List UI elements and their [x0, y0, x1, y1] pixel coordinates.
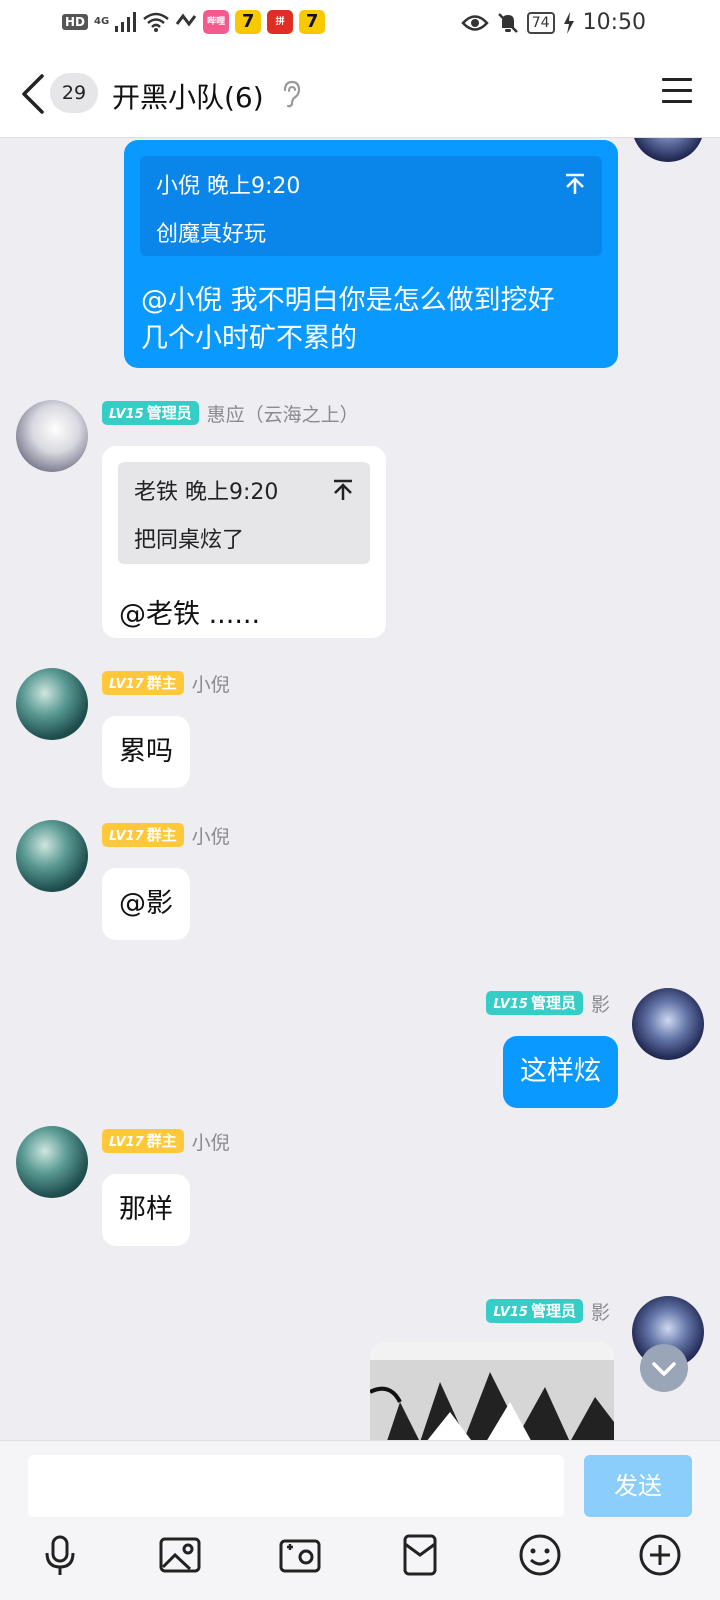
quoted-reply[interactable]: 老铁 晚上9:20 把同桌炫了 — [118, 462, 370, 564]
message-list[interactable]: 小倪 晚上9:20 创魔真好玩 @小倪 我不明白你是怎么做到挖好 几个小时矿不累… — [0, 138, 720, 1440]
level-label: LV17 — [109, 677, 144, 692]
role-label: 群主 — [146, 674, 177, 692]
sender-meta: LV17 群主 小倪 — [102, 1128, 230, 1154]
avatar[interactable] — [16, 820, 88, 892]
pinduoduo-app-icon: 拼 — [267, 10, 294, 34]
message-text-line: @小倪 我不明白你是怎么做到挖好 — [141, 285, 555, 316]
message-text: @老铁 ...... — [119, 599, 261, 630]
message-bubble[interactable]: 累吗 — [102, 716, 190, 788]
avatar[interactable] — [16, 400, 88, 472]
group-title[interactable]: 开黑小队(6) — [112, 76, 264, 116]
unread-count-badge[interactable]: 29 — [50, 73, 98, 113]
sender-name[interactable]: 影 — [591, 1298, 610, 1325]
bilibili-comic-app-icon: 哔哩 — [203, 10, 230, 34]
nfc-icon — [175, 13, 197, 27]
avatar[interactable] — [632, 138, 704, 162]
role-label: 管理员 — [146, 404, 192, 422]
qimao-app-icon-2: 7 — [299, 10, 326, 34]
sender-name[interactable]: 小倪 — [192, 1128, 230, 1155]
input-bar: 发送 — [0, 1440, 720, 1600]
level-label: LV17 — [109, 1135, 144, 1150]
message-text: 累吗 — [119, 736, 173, 767]
quote-sender-time: 老铁 晚上9:20 — [134, 480, 279, 505]
emoji-icon[interactable] — [518, 1533, 562, 1577]
status-left: HD 4G 哔哩 7 拼 7 — [62, 10, 326, 34]
message-text-line: 几个小时矿不累的 — [141, 323, 357, 354]
sender-name[interactable]: 惠应（云海之上） — [207, 400, 359, 427]
jump-to-quote-icon[interactable] — [332, 479, 354, 501]
role-label: 群主 — [146, 1132, 177, 1150]
message-text: @影 — [119, 888, 173, 919]
message-input[interactable] — [28, 1455, 564, 1517]
status-right: 74 10:50 — [461, 10, 646, 35]
sender-name[interactable]: 小倪 — [192, 822, 230, 849]
avatar[interactable] — [632, 988, 704, 1060]
jump-to-quote-icon[interactable] — [564, 173, 586, 195]
message-text: 那样 — [119, 1194, 173, 1225]
quote-sender-time: 小倪 晚上9:20 — [156, 174, 301, 199]
avatar[interactable] — [16, 668, 88, 740]
eye-icon — [461, 14, 489, 31]
image-message[interactable] — [370, 1342, 614, 1440]
clock: 10:50 — [582, 10, 646, 35]
message-bubble[interactable]: 老铁 晚上9:20 把同桌炫了 @老铁 ...... — [102, 446, 386, 638]
menu-icon[interactable] — [662, 78, 692, 104]
level-role-tag: LV15 管理员 — [486, 1299, 583, 1323]
sender-meta: LV15 管理员 惠应（云海之上） — [102, 400, 359, 426]
level-label: LV15 — [493, 1305, 528, 1320]
level-label: LV17 — [109, 829, 144, 844]
status-bar: HD 4G 哔哩 7 拼 7 74 10:50 — [0, 0, 720, 48]
battery-level: 74 — [526, 11, 555, 34]
camera-icon[interactable] — [278, 1533, 322, 1577]
scroll-to-bottom-button[interactable] — [640, 1344, 688, 1392]
message-bubble[interactable]: 小倪 晚上9:20 创魔真好玩 @小倪 我不明白你是怎么做到挖好 几个小时矿不累… — [124, 140, 618, 368]
network-type: 4G — [94, 16, 110, 27]
role-label: 管理员 — [530, 1302, 576, 1320]
back-arrow-icon[interactable] — [18, 72, 46, 116]
level-label: LV15 — [109, 407, 144, 422]
level-label: LV15 — [493, 997, 528, 1012]
chevron-down-icon — [652, 1362, 676, 1376]
quote-text: 把同桌炫了 — [134, 528, 245, 553]
microphone-icon[interactable] — [38, 1533, 82, 1577]
message-text: 这样炫 — [520, 1056, 601, 1087]
sender-name[interactable]: 影 — [591, 990, 610, 1017]
qimao-app-icon: 7 — [235, 10, 262, 34]
charging-icon — [563, 11, 574, 34]
signal-icon — [115, 12, 137, 32]
sender-name[interactable]: 小倪 — [192, 670, 230, 697]
level-role-tag: LV17 群主 — [102, 671, 184, 695]
image-icon[interactable] — [158, 1533, 202, 1577]
hd-indicator: HD — [62, 14, 89, 30]
level-role-tag: LV15 管理员 — [102, 401, 199, 425]
wifi-icon — [143, 12, 169, 32]
chat-header: 29 开黑小队(6) — [0, 48, 720, 138]
message-bubble[interactable]: @影 — [102, 868, 190, 940]
role-label: 管理员 — [530, 994, 576, 1012]
level-role-tag: LV17 群主 — [102, 823, 184, 847]
sender-meta: LV15 管理员 影 — [486, 990, 610, 1016]
mute-bell-icon — [497, 12, 518, 33]
avatar[interactable] — [16, 1126, 88, 1198]
message-bubble[interactable]: 那样 — [102, 1174, 190, 1246]
quoted-reply[interactable]: 小倪 晚上9:20 创魔真好玩 — [140, 156, 602, 256]
quote-text: 创魔真好玩 — [156, 222, 267, 247]
message-bubble[interactable]: 这样炫 — [503, 1036, 618, 1108]
plus-icon[interactable] — [638, 1533, 682, 1577]
sender-meta: LV17 群主 小倪 — [102, 670, 230, 696]
role-label: 群主 — [146, 826, 177, 844]
manga-image — [370, 1342, 614, 1440]
level-role-tag: LV15 管理员 — [486, 991, 583, 1015]
send-button[interactable]: 发送 — [584, 1455, 692, 1517]
ear-icon[interactable] — [280, 80, 302, 108]
sender-meta: LV17 群主 小倪 — [102, 822, 230, 848]
red-packet-icon[interactable] — [398, 1533, 442, 1577]
level-role-tag: LV17 群主 — [102, 1129, 184, 1153]
sender-meta: LV15 管理员 影 — [486, 1298, 610, 1324]
